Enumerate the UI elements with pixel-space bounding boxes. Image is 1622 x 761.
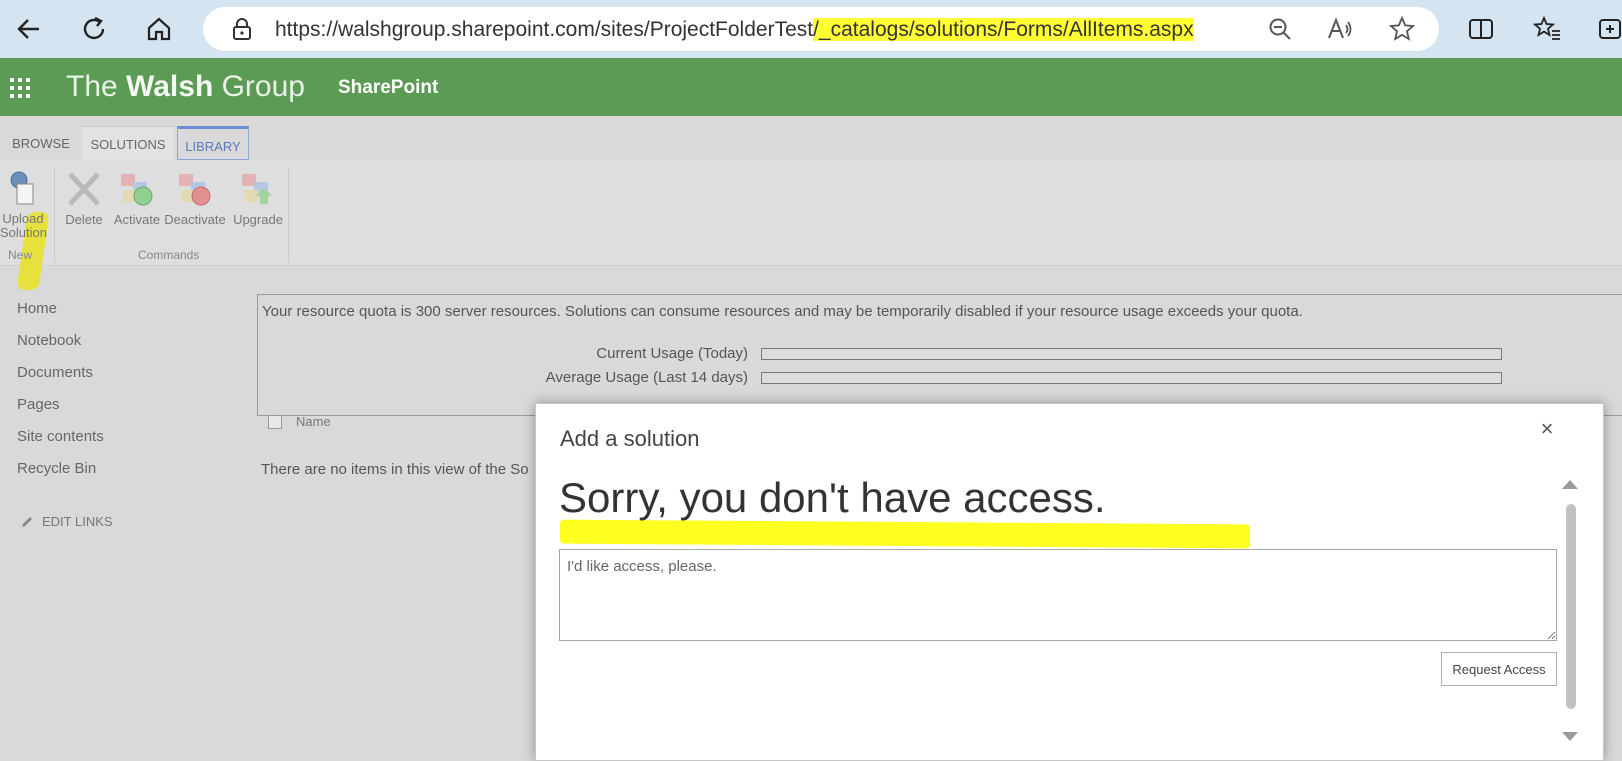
nav-pages[interactable]: Pages (17, 396, 104, 428)
upload-label-line2: Solution (0, 225, 47, 240)
list-header: Name (268, 414, 331, 429)
split-screen-icon[interactable] (1466, 14, 1496, 44)
deactivate-icon (175, 168, 215, 210)
quota-description: Your resource quota is 300 server resour… (262, 303, 1303, 320)
home-icon[interactable] (140, 10, 178, 48)
scroll-up-arrow-icon[interactable] (1562, 480, 1578, 489)
add-solution-dialog: Add a solution × Sorry, you don't have a… (535, 403, 1604, 761)
nav-recycle-bin[interactable]: Recycle Bin (17, 460, 104, 492)
activate-icon (117, 168, 157, 210)
url-prefix: https://walshgroup.sharepoint.com/sites/… (275, 18, 814, 41)
select-all-checkbox[interactable] (268, 414, 282, 429)
column-name[interactable]: Name (296, 414, 331, 429)
tab-solutions[interactable]: SOLUTIONS (82, 126, 174, 160)
nav-documents[interactable]: Documents (17, 364, 104, 396)
deactivate-button[interactable]: Deactivate (164, 168, 226, 227)
refresh-icon[interactable] (75, 10, 113, 48)
edit-links-label: EDIT LINKS (42, 514, 113, 529)
ribbon: Upload Solution Delete Activate Deactiva… (0, 160, 1622, 290)
resource-quota-panel: Your resource quota is 300 server resour… (257, 294, 1622, 416)
url-highlighted-path: /_catalogs/solutions/Forms/AllItems.aspx (813, 18, 1194, 41)
group-label-new: New (8, 248, 33, 262)
suite-bar: The Walsh Group SharePoint (0, 58, 1622, 116)
empty-list-message: There are no items in this view of the S… (261, 461, 529, 478)
app-name[interactable]: SharePoint (338, 77, 438, 99)
read-aloud-icon[interactable] (1327, 16, 1353, 42)
scroll-thumb[interactable] (1566, 504, 1576, 709)
upload-solution-icon (3, 168, 43, 210)
current-usage-label: Current Usage (Today) (596, 345, 748, 362)
nav-home[interactable]: Home (17, 300, 104, 332)
delete-button[interactable]: Delete (62, 168, 106, 227)
left-navigation: Home Notebook Documents Pages Site conte… (17, 300, 104, 492)
activate-button[interactable]: Activate (112, 168, 162, 227)
delete-label: Delete (65, 212, 103, 227)
upgrade-label: Upgrade (233, 212, 283, 227)
tab-library[interactable]: LIBRARY (177, 126, 249, 160)
zoom-out-icon[interactable] (1267, 16, 1293, 42)
access-denied-heading: Sorry, you don't have access. (559, 474, 1106, 521)
dialog-scrollbar[interactable] (1561, 474, 1579, 754)
delete-x-icon (64, 168, 104, 210)
tab-browse[interactable]: BROWSE (6, 126, 76, 160)
deactivate-label: Deactivate (164, 212, 226, 227)
upload-solution-button[interactable]: Upload Solution (0, 168, 47, 240)
group-label-commands: Commands (138, 248, 200, 262)
back-icon[interactable] (10, 10, 48, 48)
collections-icon[interactable] (1594, 14, 1622, 44)
current-usage-bar (761, 348, 1502, 360)
brand-part-bold: Walsh (126, 70, 214, 103)
pencil-icon (22, 516, 32, 527)
upgrade-icon (238, 168, 278, 210)
upgrade-button[interactable]: Upgrade (232, 168, 284, 227)
favorite-star-icon[interactable] (1389, 16, 1415, 42)
dialog-title: Add a solution (560, 426, 700, 451)
brand-logo-text[interactable]: The Walsh Group (66, 70, 305, 104)
url-text[interactable]: https://walshgroup.sharepoint.com/sites/… (275, 18, 1194, 42)
request-access-button[interactable]: Request Access (1441, 652, 1557, 686)
upload-label-line1: Upload (2, 211, 44, 226)
access-request-message[interactable]: I'd like access, please. (559, 549, 1557, 641)
brand-part: Group (213, 70, 305, 103)
activate-label: Activate (113, 212, 161, 227)
close-icon[interactable]: × (1536, 418, 1558, 440)
scroll-down-arrow-icon[interactable] (1562, 732, 1578, 741)
edit-links-button[interactable]: EDIT LINKS (20, 514, 113, 529)
average-usage-label: Average Usage (Last 14 days) (545, 369, 748, 386)
average-usage-bar (761, 372, 1502, 384)
address-bar[interactable]: https://walshgroup.sharepoint.com/sites/… (203, 7, 1439, 51)
brand-part: The (66, 70, 127, 103)
group-separator (288, 166, 289, 262)
lock-icon[interactable] (229, 16, 255, 42)
highlight-mark (560, 519, 1250, 549)
nav-notebook[interactable]: Notebook (17, 332, 104, 364)
nav-site-contents[interactable]: Site contents (17, 428, 104, 460)
favorites-icon[interactable] (1532, 14, 1562, 44)
group-separator (54, 166, 55, 262)
app-launcher-icon[interactable] (10, 78, 32, 100)
browser-toolbar: https://walshgroup.sharepoint.com/sites/… (0, 0, 1622, 58)
